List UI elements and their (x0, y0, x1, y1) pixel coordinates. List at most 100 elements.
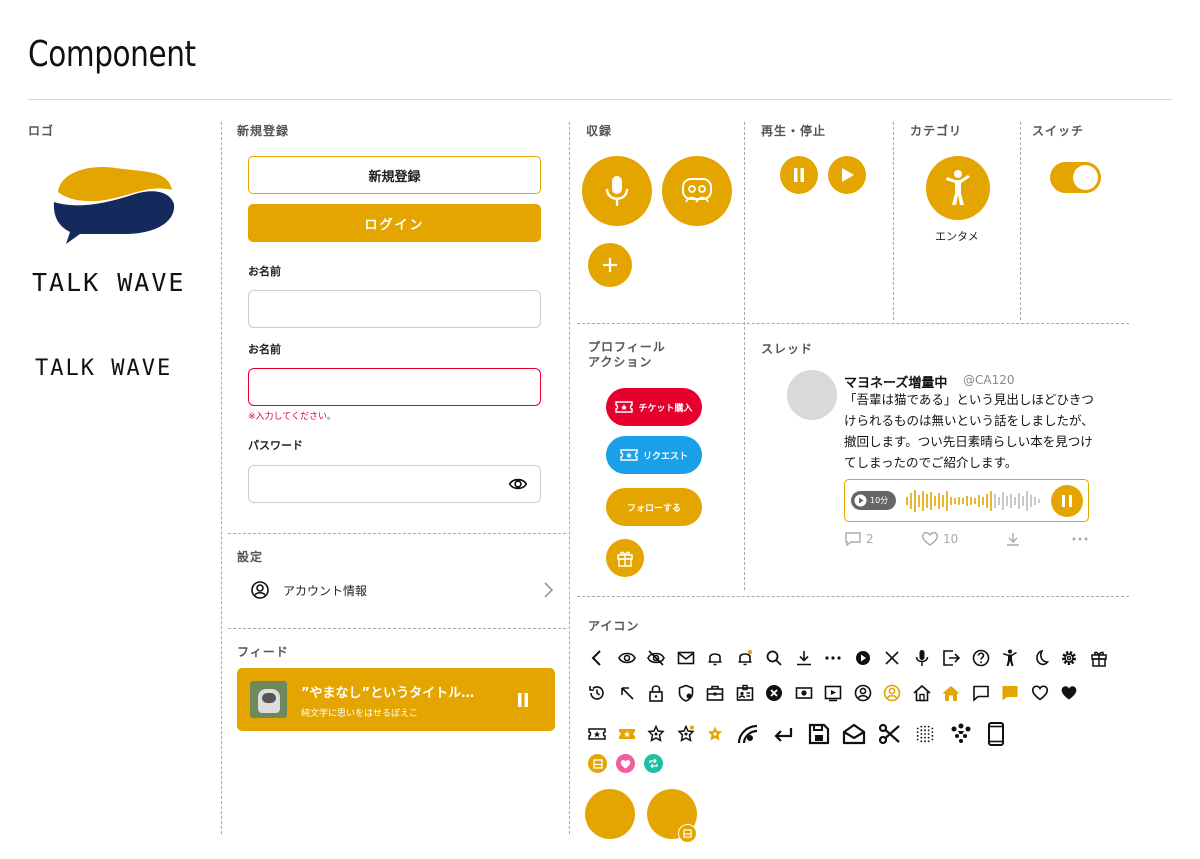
star-badge-active-icon (704, 723, 726, 745)
arrow-up-left-icon (616, 682, 638, 704)
smartphone-icon (982, 720, 1010, 748)
name-label-error: お名前 (248, 343, 281, 356)
ticket-purchase-label: チケット購入 (638, 403, 693, 414)
heart-icon (1029, 682, 1051, 704)
category-entertainment-button[interactable] (926, 156, 990, 220)
user-circle-active-icon (881, 682, 903, 704)
home-active-icon (940, 682, 962, 704)
play-icon (842, 168, 854, 182)
password-field[interactable] (248, 465, 541, 503)
save-badge-icon (588, 754, 607, 773)
section-settings-label: 設定 (237, 550, 264, 564)
user-circle-icon (852, 682, 874, 704)
section-icons-label: アイコン (588, 619, 640, 633)
close-circle-icon (763, 682, 785, 704)
password-label: パスワード (248, 439, 303, 452)
section-feed-label: フィード (237, 645, 289, 659)
lock-icon (645, 682, 667, 704)
account-settings-row[interactable]: アカウント情報 (250, 578, 558, 602)
record-mic-button[interactable] (582, 156, 652, 226)
title-divider (28, 99, 1172, 100)
thread-body: 「吾輩は猫である」という見出しほどひきつけられるものは無いという話をしましたが、… (844, 392, 1094, 470)
gift-icon (1088, 647, 1110, 669)
icon-row-1 (586, 647, 1110, 669)
like-action[interactable]: 10 (921, 531, 958, 547)
register-button[interactable]: 新規登録 (248, 156, 541, 194)
microphone-icon (911, 647, 933, 669)
toggle-switch[interactable] (1050, 162, 1101, 193)
briefcase-icon (704, 682, 726, 704)
name-field[interactable] (248, 290, 541, 328)
dot-grid-icon (911, 720, 939, 748)
more-horizontal-icon (822, 647, 844, 669)
section-logo-label: ロゴ (28, 124, 55, 138)
request-label: リクエスト (642, 451, 688, 462)
avatar-placeholder (585, 789, 635, 839)
save-icon (805, 720, 833, 748)
play-button[interactable] (828, 156, 866, 194)
eye-icon[interactable] (508, 476, 528, 492)
comment-action[interactable]: 2 (844, 531, 874, 547)
login-button[interactable]: ログイン (248, 204, 541, 242)
ticket-active-icon (616, 723, 638, 745)
section-thread-label: スレッド (761, 342, 814, 356)
team-icon (947, 720, 975, 748)
divider (893, 122, 894, 320)
group-icon (682, 178, 712, 203)
chat-icon (970, 682, 992, 704)
eye-icon (616, 647, 638, 669)
play-circle-icon (854, 494, 867, 507)
pause-button[interactable] (780, 156, 818, 194)
download-icon[interactable] (1005, 531, 1021, 547)
divider (569, 122, 570, 834)
record-group-button[interactable] (662, 156, 732, 226)
name-label: お名前 (248, 265, 281, 278)
gift-icon (617, 551, 633, 567)
plus-icon (603, 258, 617, 272)
waveform (906, 490, 1040, 512)
ticket-purchase-button[interactable]: チケット購入 (606, 388, 702, 426)
pause-icon[interactable] (517, 692, 529, 708)
thread-handle: @CA120 (963, 373, 1015, 387)
duration-text: 10分 (870, 496, 889, 505)
page-title: Component (28, 34, 196, 75)
follow-button[interactable]: フォローする (606, 488, 702, 526)
history-icon (586, 682, 608, 704)
ticket-icon (620, 449, 638, 461)
comment-count: 2 (866, 532, 874, 546)
avatar[interactable] (787, 370, 837, 420)
add-button[interactable] (588, 243, 632, 287)
error-message: ※入力してください。 (248, 412, 337, 422)
person-dancing-icon (999, 647, 1021, 669)
heart-badge-icon (616, 754, 635, 773)
divider (221, 122, 222, 834)
request-button[interactable]: リクエスト (606, 436, 702, 474)
thread-audio-player[interactable]: 10分 (844, 479, 1089, 522)
icon-row-4 (588, 754, 663, 773)
ticket-icon (586, 723, 608, 745)
section-record-label: 収録 (586, 124, 613, 138)
repeat-badge-icon (644, 754, 663, 773)
download-icon (793, 647, 815, 669)
chevron-left-icon (586, 647, 608, 669)
video-play-icon (822, 682, 844, 704)
ticket-icon (615, 401, 634, 413)
feed-subtitle: 純文学に思いをはせるぼえこ (301, 709, 419, 719)
bell-icon (704, 647, 726, 669)
name-field-error[interactable] (248, 368, 541, 406)
search-icon (763, 647, 785, 669)
thread-pause-button[interactable] (1051, 485, 1083, 517)
mail-icon (675, 647, 697, 669)
pause-icon (1062, 495, 1072, 507)
feed-thumbnail (250, 681, 287, 718)
more-icon[interactable] (1072, 536, 1088, 542)
section-profile-action-label: プロフィール アクション (588, 340, 666, 369)
divider (1020, 122, 1021, 320)
save-badge-icon (678, 824, 697, 843)
feed-player-card[interactable]: ”やまなし”というタイトル… 純文学に思いをはせるぼえこ (237, 668, 555, 731)
gift-button[interactable] (606, 539, 644, 577)
person-dancing-icon (946, 170, 970, 205)
logout-icon (940, 647, 962, 669)
help-circle-icon (970, 647, 992, 669)
star-badge-notification-icon (675, 723, 697, 745)
